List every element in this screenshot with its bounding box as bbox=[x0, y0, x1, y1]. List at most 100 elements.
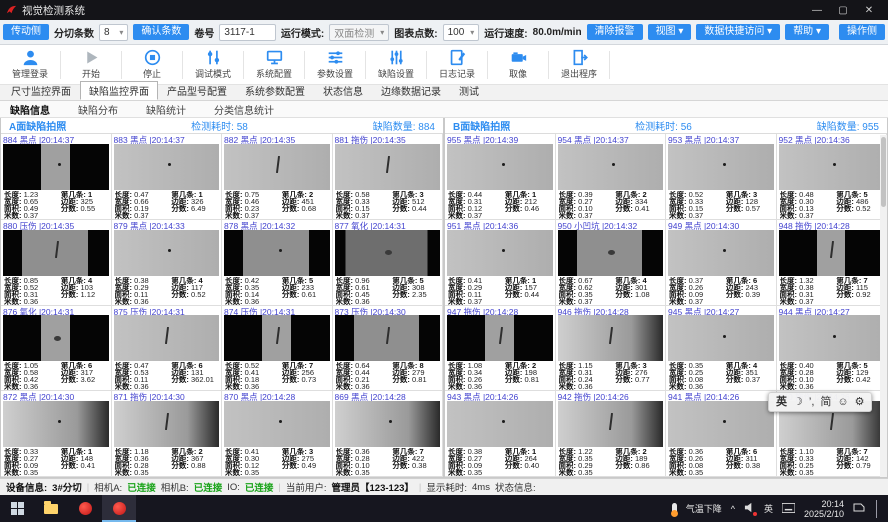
defect-thumb[interactable] bbox=[447, 230, 553, 276]
defect-cell[interactable]: 871 拖伤 |20:14:30 长度: 1.18 宽度: 0.36 面积: 0… bbox=[112, 391, 223, 477]
defect-cell[interactable]: 884 黑点 |20:14:37 长度: 1.23 宽度: 0.65 面积: 0… bbox=[1, 134, 112, 220]
roll-number-input[interactable]: 3117-1 bbox=[219, 24, 276, 41]
tab-edge-data[interactable]: 边缘数据记录 bbox=[372, 81, 450, 100]
operate-side-button[interactable]: 操作侧 bbox=[839, 24, 885, 40]
defect-thumb[interactable] bbox=[3, 401, 109, 447]
speaker-icon[interactable] bbox=[744, 502, 755, 515]
defect-thumb[interactable] bbox=[558, 144, 664, 190]
defect-cell[interactable]: 870 黑点 |20:14:28 长度: 0.41 宽度: 0.30 面积: 0… bbox=[222, 391, 333, 477]
defect-thumb[interactable] bbox=[668, 230, 774, 276]
subtab-defect-stats[interactable]: 缺陷统计 bbox=[146, 102, 186, 117]
maximize-button[interactable]: ▢ bbox=[830, 5, 856, 16]
defect-cell[interactable]: 877 氧化 |20:14:31 长度: 0.96 宽度: 0.61 面积: 0… bbox=[333, 220, 444, 306]
defect-cell[interactable]: 881 拖伤 |20:14:35 长度: 0.58 宽度: 0.33 面积: 0… bbox=[333, 134, 444, 220]
defect-thumb[interactable] bbox=[3, 315, 109, 361]
ime-simplified-toggle[interactable]: 简 bbox=[820, 397, 831, 408]
defect-thumb[interactable] bbox=[558, 315, 664, 361]
stop-button[interactable]: 停止 bbox=[122, 46, 182, 84]
defect-cell[interactable]: 872 黑点 |20:14:30 长度: 0.33 宽度: 0.27 面积: 0… bbox=[1, 391, 112, 477]
defect-cell[interactable]: 947 拖伤 |20:14:28 长度: 1.08 宽度: 0.34 面积: 0… bbox=[445, 306, 556, 392]
tray-expand-caret[interactable]: ^ bbox=[731, 504, 735, 514]
view-menu-button[interactable]: 视图 ▾ bbox=[648, 24, 692, 40]
show-desktop-button[interactable] bbox=[876, 500, 880, 518]
parameter-settings-button[interactable]: 参数设置 bbox=[305, 46, 365, 84]
defect-thumb[interactable] bbox=[114, 315, 220, 361]
tab-size-monitor[interactable]: 尺寸监控界面 bbox=[2, 81, 80, 100]
defect-thumb[interactable] bbox=[114, 230, 220, 276]
defect-thumb[interactable] bbox=[668, 315, 774, 361]
defect-cell[interactable]: 945 黑点 |20:14:27 长度: 0.35 宽度: 0.25 面积: 0… bbox=[666, 306, 777, 392]
data-access-menu-button[interactable]: 数据快捷访问 ▾ bbox=[696, 24, 780, 40]
tab-status-info[interactable]: 状态信息 bbox=[314, 81, 372, 100]
defect-cell[interactable]: 949 黑点 |20:14:30 长度: 0.37 宽度: 0.26 面积: 0… bbox=[666, 220, 777, 306]
defect-thumb[interactable] bbox=[668, 401, 774, 447]
defect-thumb[interactable] bbox=[779, 144, 885, 190]
defect-cell[interactable]: 879 黑点 |20:14:33 长度: 0.38 宽度: 0.29 面积: 0… bbox=[112, 220, 223, 306]
defect-thumb[interactable] bbox=[224, 401, 330, 447]
defect-thumb[interactable] bbox=[447, 401, 553, 447]
defect-thumb[interactable] bbox=[335, 401, 441, 447]
start-button[interactable]: 开始 bbox=[61, 46, 121, 84]
defect-cell[interactable]: 878 黑点 |20:14:32 长度: 0.42 宽度: 0.35 面积: 0… bbox=[222, 220, 333, 306]
subtab-defect-info[interactable]: 缺陷信息 bbox=[10, 102, 50, 117]
defect-cell[interactable]: 946 拖伤 |20:14:28 长度: 1.15 宽度: 0.31 面积: 0… bbox=[556, 306, 667, 392]
tab-product-config[interactable]: 产品型号配置 bbox=[158, 81, 236, 100]
defect-cell[interactable]: 950 小凹坑 |20:14:32 长度: 0.67 宽度: 0.62 面积: … bbox=[556, 220, 667, 306]
defect-cell[interactable]: 874 压伤 |20:14:31 长度: 0.52 宽度: 0.41 面积: 0… bbox=[222, 306, 333, 392]
weather-widget[interactable]: 气温下降 bbox=[686, 502, 722, 515]
defect-thumb[interactable] bbox=[779, 315, 885, 361]
tab-defect-monitor[interactable]: 缺陷监控界面 bbox=[80, 81, 158, 100]
ime-punctuation-icon[interactable]: ’, bbox=[809, 397, 815, 408]
ime-lang-toggle[interactable]: 英 bbox=[776, 397, 787, 408]
exit-program-button[interactable]: 退出程序 bbox=[549, 46, 609, 84]
clear-alarm-button[interactable]: 清除报警 bbox=[587, 24, 643, 40]
defect-cell[interactable]: 942 拖伤 |20:14:26 长度: 1.22 宽度: 0.35 面积: 0… bbox=[556, 391, 667, 477]
debug-mode-button[interactable]: 调试模式 bbox=[183, 46, 243, 84]
defect-cell[interactable]: 948 拖伤 |20:14:28 长度: 1.32 宽度: 0.38 面积: 0… bbox=[777, 220, 888, 306]
defect-thumb[interactable] bbox=[335, 144, 441, 190]
tab-system-params[interactable]: 系统参数配置 bbox=[236, 81, 314, 100]
defect-cell[interactable]: 951 黑点 |20:14:36 长度: 0.41 宽度: 0.29 面积: 0… bbox=[445, 220, 556, 306]
defect-cell[interactable]: 882 黑点 |20:14:35 长度: 0.75 宽度: 0.46 面积: 0… bbox=[222, 134, 333, 220]
defect-thumb[interactable] bbox=[447, 144, 553, 190]
chart-points-select[interactable]: 100 ▾ bbox=[443, 24, 480, 41]
tab-test[interactable]: 测试 bbox=[450, 81, 488, 100]
defect-thumb[interactable] bbox=[114, 401, 220, 447]
strip-count-select[interactable]: 8 ▾ bbox=[99, 24, 128, 41]
running-app-button[interactable] bbox=[102, 495, 136, 522]
defect-thumb[interactable] bbox=[558, 230, 664, 276]
defect-thumb[interactable] bbox=[114, 144, 220, 190]
help-menu-button[interactable]: 帮助 ▾ bbox=[785, 24, 829, 40]
vertical-scrollbar[interactable] bbox=[880, 135, 887, 477]
defect-thumb[interactable] bbox=[335, 315, 441, 361]
defect-cell[interactable]: 941 黑点 |20:14:26 长度: 0.36 宽度: 0.26 面积: 0… bbox=[666, 391, 777, 477]
defect-cell[interactable]: 943 黑点 |20:14:26 长度: 0.38 宽度: 0.27 面积: 0… bbox=[445, 391, 556, 477]
defect-cell[interactable]: 954 黑点 |20:14:37 长度: 0.39 宽度: 0.27 面积: 0… bbox=[556, 134, 667, 220]
drive-side-button[interactable]: 传动侧 bbox=[3, 24, 49, 40]
defect-thumb[interactable] bbox=[224, 144, 330, 190]
defect-thumb[interactable] bbox=[447, 315, 553, 361]
subtab-defect-distribution[interactable]: 缺陷分布 bbox=[78, 102, 118, 117]
clock[interactable]: 20:14 2025/2/10 bbox=[804, 499, 844, 519]
defect-cell[interactable]: 944 黑点 |20:14:27 长度: 0.40 宽度: 0.28 面积: 0… bbox=[777, 306, 888, 392]
defect-thumb[interactable] bbox=[3, 144, 109, 190]
defect-cell[interactable]: 955 黑点 |20:14:39 长度: 0.44 宽度: 0.31 面积: 0… bbox=[445, 134, 556, 220]
defect-cell[interactable]: 883 黑点 |20:14:37 长度: 0.47 宽度: 0.66 面积: 0… bbox=[112, 134, 223, 220]
admin-login-button[interactable]: 管理登录 bbox=[0, 46, 60, 84]
subtab-class-info-stats[interactable]: 分类信息统计 bbox=[214, 102, 274, 117]
system-config-button[interactable]: 系统配置 bbox=[244, 46, 304, 84]
confirm-strip-button[interactable]: 确认条数 bbox=[133, 24, 189, 40]
ime-settings-gear-icon[interactable]: ⚙ bbox=[855, 397, 865, 408]
defect-cell[interactable]: 873 压伤 |20:14:30 长度: 0.64 宽度: 0.44 面积: 0… bbox=[333, 306, 444, 392]
defect-cell[interactable]: 953 黑点 |20:14:37 长度: 0.52 宽度: 0.33 面积: 0… bbox=[666, 134, 777, 220]
defect-thumb[interactable] bbox=[668, 144, 774, 190]
defect-cell[interactable]: 876 氧化 |20:14:31 长度: 1.05 宽度: 0.58 面积: 0… bbox=[1, 306, 112, 392]
capture-button[interactable]: 取像 bbox=[488, 46, 548, 84]
minimize-button[interactable]: — bbox=[804, 5, 830, 16]
defect-thumb[interactable] bbox=[224, 315, 330, 361]
ime-emoji-icon[interactable]: ☺ bbox=[837, 397, 848, 408]
defect-thumb[interactable] bbox=[3, 230, 109, 276]
defect-cell[interactable]: 875 压伤 |20:14:31 长度: 0.47 宽度: 0.53 面积: 0… bbox=[112, 306, 223, 392]
run-mode-select[interactable]: 双面检测 ▾ bbox=[329, 24, 389, 41]
defect-thumb[interactable] bbox=[558, 401, 664, 447]
